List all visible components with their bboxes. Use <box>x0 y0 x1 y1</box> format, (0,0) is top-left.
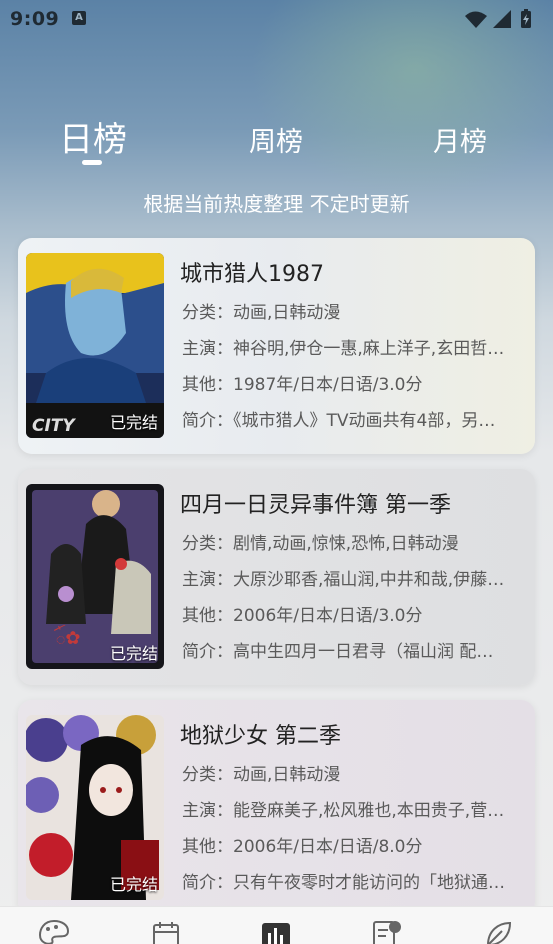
list-item[interactable]: 已完结 地狱少女 第二季 分类：动画,日韩动漫 主演：能登麻美子,松风雅也,本田… <box>18 700 535 916</box>
bottom-nav <box>0 906 553 944</box>
item-title: 地狱少女 第二季 <box>180 724 341 749</box>
tab-daily[interactable]: 日榜 <box>57 112 129 161</box>
poster-image: 已完结 <box>26 715 164 900</box>
tab-indicator <box>82 160 102 165</box>
item-cast: 主演：神谷明,伊仓一惠,麻上洋子,玄田哲… <box>182 339 505 359</box>
status-bar: 9:09 A <box>0 0 553 36</box>
item-cast: 主演：大原沙耶香,福山润,中井和哉,伊藤… <box>182 570 505 590</box>
item-summary: 简介：只有午夜零时才能访问的「地狱通… <box>182 873 505 893</box>
item-title: 四月一日灵异事件簿 第一季 <box>180 493 451 518</box>
tab-weekly[interactable]: 周榜 <box>240 120 312 159</box>
battery-icon <box>521 9 531 28</box>
notification-icon: A <box>72 11 86 25</box>
leaf-icon[interactable] <box>482 919 514 944</box>
calendar-icon[interactable] <box>150 919 182 944</box>
page-subtitle: 根据当前热度整理 不定时更新 <box>143 192 410 216</box>
status-badge: 已完结 <box>109 875 158 894</box>
svg-text:CITY: CITY <box>32 416 76 436</box>
ranking-tabs: 日榜 周榜 月榜 <box>0 112 553 172</box>
status-badge: 已完结 <box>109 413 158 432</box>
item-category: 分类：剧情,动画,惊悚,恐怖,日韩动漫 <box>182 534 459 554</box>
status-time: 9:09 <box>10 8 60 30</box>
palette-icon[interactable] <box>38 919 70 944</box>
list-item[interactable]: ꪸ✿ 已完结 四月一日灵异事件簿 第一季 分类：剧情,动画,惊悚,恐怖,日韩动漫… <box>18 469 535 685</box>
item-summary: 简介：《城市猎人》TV动画共有4部，另… <box>182 411 496 431</box>
item-other: 其他：2006年/日本/日语/8.0分 <box>182 837 423 857</box>
ranking-icon[interactable] <box>260 919 292 944</box>
svg-text:ꪸ✿: ꪸ✿ <box>53 624 80 649</box>
item-other: 其他：1987年/日本/日语/3.0分 <box>182 375 423 395</box>
document-icon[interactable] <box>371 919 403 944</box>
wifi-icon <box>465 11 487 28</box>
list-item[interactable]: CITY 已完结 城市猎人1987 分类：动画,日韩动漫 主演：神谷明,伊仓一惠… <box>18 238 535 454</box>
poster-image: ꪸ✿ 已完结 <box>26 484 164 669</box>
item-category: 分类：动画,日韩动漫 <box>182 303 341 323</box>
item-other: 其他：2006年/日本/日语/3.0分 <box>182 606 423 626</box>
poster-image: CITY 已完结 <box>26 253 164 438</box>
tab-monthly[interactable]: 月榜 <box>424 120 496 159</box>
item-cast: 主演：能登麻美子,松风雅也,本田贵子,菅… <box>182 801 505 821</box>
status-badge: 已完结 <box>109 644 158 663</box>
status-icons <box>465 9 531 28</box>
item-title: 城市猎人1987 <box>180 262 324 287</box>
item-category: 分类：动画,日韩动漫 <box>182 765 341 785</box>
item-summary: 简介：高中生四月一日君寻（福山润 配… <box>182 642 494 662</box>
signal-icon <box>493 10 511 28</box>
